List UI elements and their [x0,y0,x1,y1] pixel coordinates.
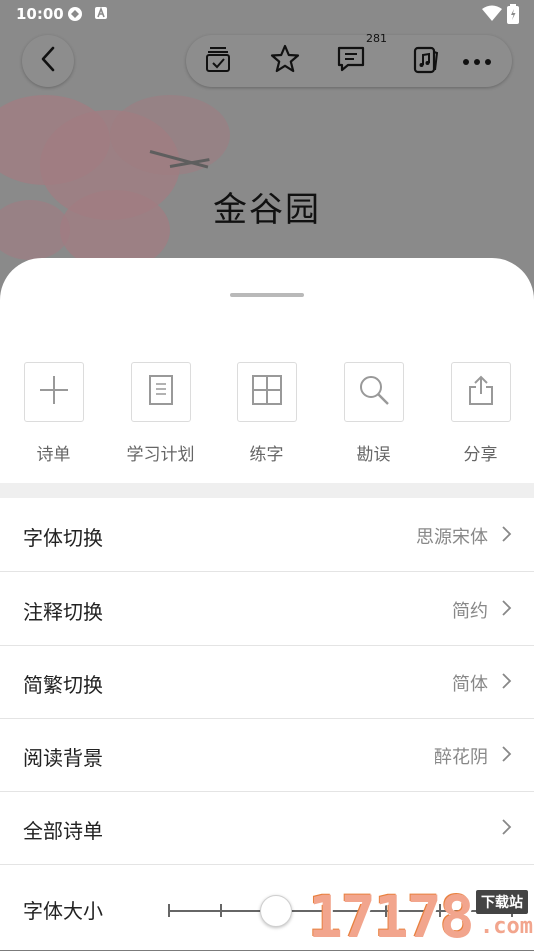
more-dots-icon [462,52,492,71]
chevron-left-icon [38,45,58,77]
chevron-right-icon [501,672,512,694]
magnifier-icon [358,374,390,410]
font-size-label: 字体大小 [23,899,103,923]
more-button[interactable] [460,44,494,78]
setting-row-annotation[interactable]: 注释切换 简约 [0,572,534,646]
action-label: 练字 [249,445,284,465]
setting-value: 醉花阴 [434,747,488,768]
chevron-right-icon [501,599,512,621]
back-button[interactable] [22,35,74,87]
watermark-suffix: .com [480,914,533,939]
drag-handle[interactable] [230,293,304,297]
action-calligraphy-box[interactable] [236,362,297,422]
chevron-right-icon [501,745,512,767]
wifi-icon [482,5,502,26]
setting-label: 注释切换 [23,600,103,624]
battery-icon [507,4,519,28]
setting-row-all-lists[interactable]: 全部诗单 [0,791,534,865]
slider-knob[interactable] [259,895,292,927]
slider-tick [220,904,222,917]
app-notification-icon [94,6,108,24]
chevron-right-icon [501,525,512,547]
setting-row-background[interactable]: 阅读背景 醉花阴 [0,718,534,792]
action-label: 诗单 [36,445,71,465]
action-label: 学习计划 [126,445,195,465]
setting-label: 全部诗单 [23,819,103,843]
setting-label: 字体切换 [23,526,103,550]
action-share-box[interactable] [450,362,511,422]
plus-icon [38,374,70,410]
comment-count-badge: 281 [366,32,387,45]
action-label: 分享 [463,445,498,465]
setting-value: 简体 [452,674,488,695]
section-divider [0,483,534,498]
slider-tick [168,904,170,917]
audio-button[interactable] [408,44,442,78]
watermark: 17178 下载站 .com [308,884,534,950]
music-card-icon [410,44,440,78]
favorite-button[interactable] [268,44,302,78]
setting-row-font[interactable]: 字体切换 思源宋体 [0,498,534,572]
setting-value: 简约 [452,601,488,622]
action-label: 勘误 [356,445,391,465]
action-calligraphy[interactable]: 练字 [213,362,320,465]
setting-value: 思源宋体 [416,527,488,548]
action-study-plan[interactable]: 学习计划 [107,362,214,465]
comments-button[interactable] [334,44,368,78]
setting-row-script[interactable]: 简繁切换 简体 [0,645,534,719]
setting-label: 阅读背景 [23,746,103,770]
action-errata[interactable]: 勘误 [320,362,427,465]
poem-title: 金谷园 [213,190,321,230]
watermark-number: 17178 [308,883,475,951]
status-bar: 10:00 [0,0,534,28]
action-errata-box[interactable] [343,362,404,422]
action-row: 诗单 学习计划 练字 勘误 分享 [0,362,534,472]
checklist-button[interactable] [201,44,235,78]
status-time: 10:00 [16,5,64,23]
action-share[interactable]: 分享 [427,362,534,465]
blossom-decoration [110,95,230,175]
comment-icon [335,43,367,79]
document-icon [148,374,174,410]
grid-icon [251,374,283,410]
reader-toolbar: 281 [186,32,512,87]
action-study-plan-box[interactable] [130,362,191,422]
settings-sheet: 诗单 学习计划 练字 勘误 分享 字体切换 思源宋体 注释切换 简约 简繁切换 … [0,258,534,950]
action-poem-list-box[interactable] [23,362,84,422]
sync-icon [67,6,83,26]
share-icon [467,374,495,410]
action-poem-list[interactable]: 诗单 [0,362,107,465]
watermark-tag: 下载站 [476,890,528,914]
checklist-icon [203,44,233,78]
setting-label: 简繁切换 [23,673,103,697]
chevron-right-icon [501,818,512,840]
star-icon [269,43,301,79]
